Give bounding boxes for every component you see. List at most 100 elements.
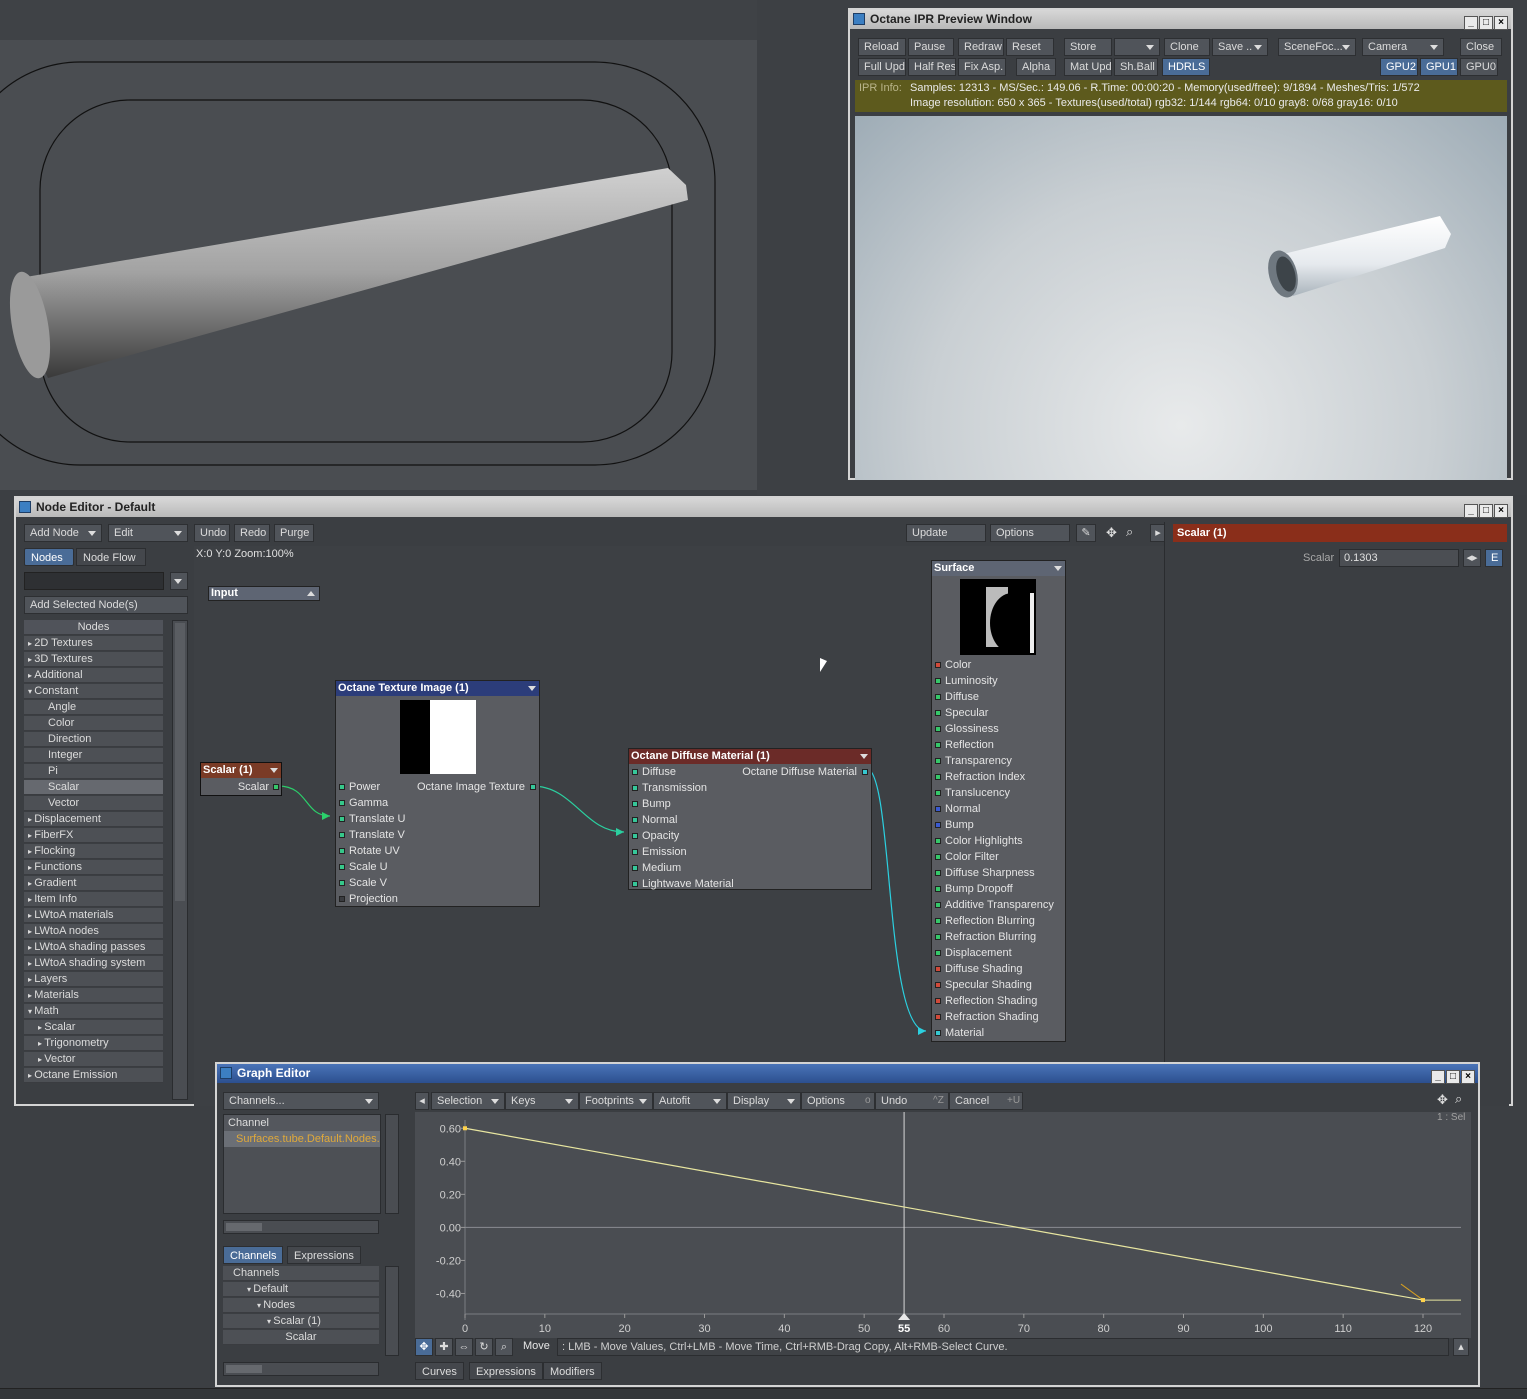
- surface-input-port[interactable]: Luminosity: [945, 673, 998, 689]
- surface-input-port[interactable]: Reflection Shading: [945, 993, 1037, 1009]
- maximize-icon[interactable]: □: [1479, 16, 1493, 30]
- channels-dropdown[interactable]: Channels...: [223, 1092, 379, 1110]
- diffuse-input-port[interactable]: Diffuse: [642, 764, 676, 780]
- tab-graph-expressions[interactable]: Expressions: [469, 1362, 543, 1380]
- diffuse-input-port[interactable]: Transmission: [642, 780, 707, 796]
- surface-input-port[interactable]: Diffuse Sharpness: [945, 865, 1035, 881]
- surface-input-dot[interactable]: [935, 806, 941, 812]
- surface-input-port[interactable]: Normal: [945, 801, 980, 817]
- tab-curves[interactable]: Curves: [415, 1362, 464, 1380]
- edit-dropdown[interactable]: Edit: [108, 524, 188, 542]
- channel-list[interactable]: Channel Surfaces.tube.Default.Nodes.S: [223, 1114, 381, 1214]
- surface-input-port[interactable]: Reflection Blurring: [945, 913, 1035, 929]
- node-list-item[interactable]: ▸ Gradient: [24, 876, 163, 891]
- surface-input-dot[interactable]: [935, 742, 941, 748]
- node-list-item[interactable]: ▸ Scalar: [24, 1020, 163, 1035]
- surface-input-dot[interactable]: [935, 1030, 941, 1036]
- node-list-item[interactable]: ▸ LWtoA materials: [24, 908, 163, 923]
- autofit-dropdown[interactable]: Autofit: [653, 1092, 727, 1110]
- surface-input-dot[interactable]: [935, 982, 941, 988]
- gpu2-button[interactable]: GPU2: [1380, 58, 1418, 76]
- node-list-item[interactable]: ▸ 3D Textures: [24, 652, 163, 667]
- clone-button[interactable]: Clone: [1164, 38, 1210, 56]
- diffuse-input-dot[interactable]: [632, 881, 638, 887]
- texture-output-port[interactable]: Octane Image Texture: [417, 779, 525, 795]
- surface-input-port[interactable]: Bump Dropoff: [945, 881, 1013, 897]
- diffuse-input-dot[interactable]: [632, 833, 638, 839]
- node-editor-titlebar[interactable]: Node Editor - Default _ □ ×: [16, 498, 1511, 518]
- node-list-item[interactable]: ▸ LWtoA nodes: [24, 924, 163, 939]
- options-button[interactable]: Options: [801, 1092, 875, 1110]
- surface-input-dot[interactable]: [935, 694, 941, 700]
- surface-input-dot[interactable]: [935, 662, 941, 668]
- scene-focus-dropdown[interactable]: SceneFoc...: [1278, 38, 1356, 56]
- diffuse-input-dot[interactable]: [632, 769, 638, 775]
- surface-input-port[interactable]: Diffuse: [945, 689, 979, 705]
- footprints-dropdown[interactable]: Footprints: [579, 1092, 653, 1110]
- texture-input-port[interactable]: Translate U: [349, 811, 405, 827]
- channel-tree-item[interactable]: ▾ Scalar (1): [223, 1314, 379, 1329]
- diffuse-input-dot[interactable]: [632, 785, 638, 791]
- surface-input-dot[interactable]: [935, 822, 941, 828]
- update-button[interactable]: Update: [906, 524, 986, 542]
- tab-modifiers[interactable]: Modifiers: [543, 1362, 602, 1380]
- store-slot-dropdown[interactable]: [1114, 38, 1160, 56]
- material-update-button[interactable]: Mat Upd: [1064, 58, 1112, 76]
- graph-area[interactable]: 0.60 0.40 0.20 0.00 -0.20 -0.40 0 10 20 30 40 50 60 7…: [415, 1112, 1471, 1338]
- selection-dropdown[interactable]: Selection: [431, 1092, 505, 1110]
- node-list-item[interactable]: ▸ Additional: [24, 668, 163, 683]
- diffuse-input-dot[interactable]: [632, 865, 638, 871]
- alpha-button[interactable]: Alpha: [1016, 58, 1056, 76]
- channel-hscroll[interactable]: [223, 1220, 379, 1234]
- node-list-item[interactable]: Direction: [24, 732, 163, 747]
- surface-input-dot[interactable]: [935, 998, 941, 1004]
- texture-input-dot[interactable]: [339, 832, 345, 838]
- envelope-button[interactable]: E: [1485, 549, 1503, 567]
- minimize-icon[interactable]: _: [1464, 16, 1478, 30]
- node-list-item[interactable]: ▸ Octane Emission: [24, 1068, 163, 1083]
- timeline-strip[interactable]: [0, 1388, 1527, 1399]
- channel-item[interactable]: Surfaces.tube.Default.Nodes.S: [224, 1131, 380, 1147]
- tab-channels[interactable]: Channels: [223, 1246, 284, 1264]
- scalar-value-field[interactable]: 0.1303: [1339, 549, 1459, 567]
- add-node-dropdown[interactable]: Add Node: [24, 524, 102, 542]
- surface-input-port[interactable]: Transparency: [945, 753, 1012, 769]
- texture-input-dot[interactable]: [339, 880, 345, 886]
- surface-node-header[interactable]: Surface: [932, 561, 1065, 576]
- surface-input-dot[interactable]: [935, 870, 941, 876]
- node-list-item[interactable]: ▸ FiberFX: [24, 828, 163, 843]
- tab-expressions[interactable]: Expressions: [287, 1246, 361, 1264]
- full-update-button[interactable]: Full Upd.: [858, 58, 906, 76]
- surface-input-dot[interactable]: [935, 934, 941, 940]
- surface-input-port[interactable]: Specular Shading: [945, 977, 1032, 993]
- display-dropdown[interactable]: Display: [727, 1092, 801, 1110]
- diffuse-node-header[interactable]: Octane Diffuse Material (1): [629, 749, 871, 764]
- surface-node[interactable]: Surface Color Luminosity Diffuse Specular Gl…: [931, 560, 1066, 1042]
- surface-input-port[interactable]: Color: [945, 657, 971, 673]
- options-button[interactable]: Options: [990, 524, 1070, 542]
- texture-input-dot[interactable]: [339, 896, 345, 902]
- tab-node-flow[interactable]: Node Flow: [76, 548, 146, 566]
- texture-input-port[interactable]: Rotate UV: [349, 843, 400, 859]
- pan-icon[interactable]: ✥: [1437, 1092, 1448, 1108]
- node-list-item[interactable]: ▸ Materials: [24, 988, 163, 1003]
- minimize-icon[interactable]: _: [1431, 1070, 1445, 1084]
- node-list-item[interactable]: ▸ 2D Textures: [24, 636, 163, 651]
- surface-input-port[interactable]: Refraction Index: [945, 769, 1025, 785]
- node-list-item[interactable]: ▸ Trigonometry: [24, 1036, 163, 1051]
- minimize-icon[interactable]: _: [1464, 504, 1478, 518]
- purge-button[interactable]: Purge: [274, 524, 314, 542]
- texture-input-dot[interactable]: [339, 800, 345, 806]
- diffuse-output-port[interactable]: Octane Diffuse Material: [742, 764, 857, 780]
- node-list-item[interactable]: Color: [24, 716, 163, 731]
- reset-button[interactable]: Reset: [1006, 38, 1054, 56]
- channel-tree-item[interactable]: Channels: [223, 1266, 379, 1281]
- texture-input-port[interactable]: Gamma: [349, 795, 388, 811]
- surface-input-dot[interactable]: [935, 902, 941, 908]
- texture-node-header[interactable]: Octane Texture Image (1): [336, 681, 539, 696]
- scroll-left-icon[interactable]: ◂: [415, 1092, 429, 1110]
- node-list-scrollbar[interactable]: [172, 620, 188, 1100]
- ipr-render-view[interactable]: [855, 116, 1507, 480]
- node-list-item[interactable]: ▸ LWtoA shading system: [24, 956, 163, 971]
- surface-input-port[interactable]: Refraction Shading: [945, 1009, 1039, 1025]
